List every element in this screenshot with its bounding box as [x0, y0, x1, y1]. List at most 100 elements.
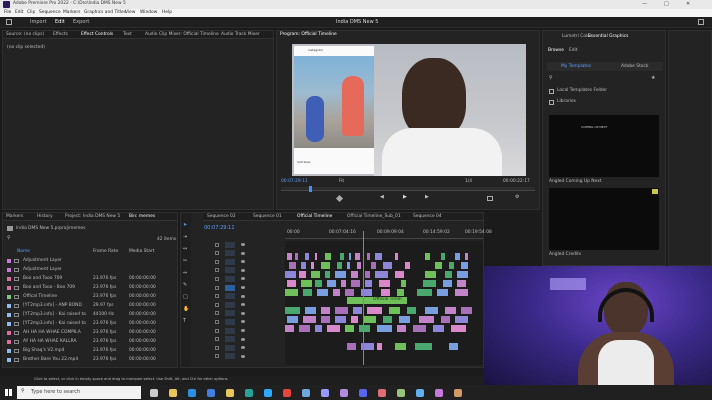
- timeline-clip[interactable]: [351, 316, 359, 323]
- app-icon[interactable]: [416, 389, 424, 397]
- timeline-clip[interactable]: [303, 289, 313, 296]
- timeline-clip[interactable]: [321, 307, 331, 314]
- timeline-clip[interactable]: [299, 325, 311, 332]
- track-target[interactable]: [225, 293, 235, 300]
- timeline-clip[interactable]: [443, 280, 453, 287]
- col-frame-rate[interactable]: Frame Rate: [93, 249, 118, 254]
- timeline-clip[interactable]: [341, 280, 347, 287]
- tab-history[interactable]: History: [37, 214, 53, 219]
- tab-official-sub[interactable]: Official Timeline_Sub_01: [347, 214, 401, 219]
- project-item[interactable]: Boo and Tooo - Boo 709 23.976 fps 00:00:00…: [3, 284, 177, 292]
- timeline-clip[interactable]: [287, 280, 297, 287]
- timeline-clip[interactable]: [327, 325, 341, 332]
- track-target[interactable]: [225, 336, 235, 343]
- timeline-clip[interactable]: [321, 262, 331, 269]
- timeline-clip[interactable]: [395, 253, 399, 260]
- timeline-clip[interactable]: [340, 253, 345, 260]
- col-name[interactable]: Name: [17, 249, 30, 254]
- timeline-clip[interactable]: [461, 307, 473, 314]
- menu-edit[interactable]: Edit: [15, 10, 24, 15]
- step-forward-icon[interactable]: ▶: [425, 195, 429, 200]
- subtab-edit[interactable]: Edit: [569, 48, 578, 53]
- mute-icon[interactable]: [241, 337, 245, 341]
- windows-start-icon[interactable]: [5, 389, 12, 396]
- media-encoder-icon[interactable]: [340, 389, 348, 397]
- tab-audio-track-mixer[interactable]: Audio Track Mixer: [221, 32, 260, 37]
- timeline-clip[interactable]: [441, 316, 451, 323]
- rectangle-tool-icon[interactable]: □: [183, 295, 188, 300]
- track-target[interactable]: [225, 250, 235, 257]
- menu-markers[interactable]: Markers: [63, 10, 80, 15]
- timeline-clip[interactable]: [375, 253, 383, 260]
- pen-tool-icon[interactable]: ✎: [183, 283, 187, 288]
- lock-icon[interactable]: [215, 337, 219, 342]
- search-icon[interactable]: ⚲: [549, 76, 553, 81]
- step-back-icon[interactable]: ◀: [380, 195, 384, 200]
- lock-icon[interactable]: [215, 285, 219, 290]
- timeline-clip[interactable]: [327, 280, 337, 287]
- program-timecode[interactable]: 00:07:29:11: [281, 179, 308, 184]
- menu-graphics[interactable]: Graphics and Titles: [84, 10, 126, 15]
- playhead-line[interactable]: [363, 231, 364, 365]
- timeline-clip[interactable]: [423, 280, 437, 287]
- timeline-clip[interactable]: [325, 253, 332, 260]
- project-item[interactable]: [YT2mp3.info] - Kai raised ta 44100 Hz 00:…: [3, 311, 177, 319]
- timeline-clip[interactable]: [419, 316, 435, 323]
- playhead-marker[interactable]: [309, 186, 312, 192]
- playhead-scrubber[interactable]: [281, 186, 535, 192]
- track-target[interactable]: [225, 258, 235, 265]
- lock-icon[interactable]: [215, 354, 219, 359]
- timeline-clip[interactable]: [451, 325, 467, 332]
- menu-help[interactable]: Help: [162, 10, 172, 15]
- tab-effects[interactable]: Effects: [53, 32, 68, 37]
- track-target[interactable]: [225, 310, 235, 317]
- timeline-clip[interactable]: [457, 280, 467, 287]
- lock-icon[interactable]: [215, 328, 219, 333]
- timeline-clip[interactable]: [345, 289, 355, 296]
- type-tool-icon[interactable]: T: [183, 319, 186, 324]
- subtab-browse[interactable]: Browse: [548, 48, 564, 53]
- tab-export[interactable]: Export: [73, 20, 89, 25]
- taskbar-search-input[interactable]: Type here to search: [31, 390, 80, 395]
- lock-icon[interactable]: [215, 242, 219, 247]
- tab-import[interactable]: Import: [30, 20, 47, 25]
- timeline-clip[interactable]: [355, 253, 361, 260]
- close-button[interactable]: ✕: [686, 2, 690, 7]
- play-icon[interactable]: ▶: [403, 195, 407, 200]
- mute-icon[interactable]: [241, 346, 245, 350]
- timeline-clip[interactable]: [375, 271, 389, 278]
- app-icon[interactable]: [435, 389, 443, 397]
- export-frame-icon[interactable]: [487, 196, 493, 201]
- timeline-clip[interactable]: [305, 307, 317, 314]
- timeline-clip[interactable]: [433, 325, 445, 332]
- chrome-icon[interactable]: [283, 389, 291, 397]
- timeline-clip[interactable]: [299, 271, 307, 278]
- track-target[interactable]: [225, 241, 235, 248]
- home-icon[interactable]: [6, 19, 12, 25]
- timeline-clip[interactable]: [317, 289, 329, 296]
- timeline-clip[interactable]: [437, 289, 449, 296]
- timeline-clip[interactable]: [347, 343, 357, 350]
- timeline-clip[interactable]: [395, 343, 407, 350]
- tab-seq04[interactable]: Sequence 04: [413, 214, 442, 219]
- lock-icon[interactable]: [215, 302, 219, 307]
- timeline-clip[interactable]: [321, 316, 331, 323]
- timeline-clip[interactable]: [315, 325, 323, 332]
- ripple-edit-icon[interactable]: ↔: [183, 247, 187, 252]
- mute-icon[interactable]: [241, 311, 245, 315]
- eye-icon[interactable]: [241, 260, 245, 264]
- timeline-clip[interactable]: [287, 316, 299, 323]
- settings-icon[interactable]: ⚙: [515, 195, 519, 200]
- tab-bin[interactable]: Bin: memes: [129, 214, 155, 219]
- slip-tool-icon[interactable]: ⇔: [183, 271, 187, 276]
- timeline-clip[interactable]: [285, 307, 301, 314]
- search-icon[interactable]: ⚲: [7, 236, 11, 241]
- timeline-clip[interactable]: [301, 262, 307, 269]
- local-templates-checkbox[interactable]: [549, 89, 554, 94]
- taskbar-search[interactable]: ⚲ Type here to search: [17, 386, 141, 399]
- tab-text[interactable]: Text: [123, 32, 132, 37]
- mute-icon[interactable]: [241, 320, 245, 324]
- marker-icon[interactable]: [335, 194, 344, 203]
- mute-icon[interactable]: [241, 354, 245, 358]
- tab-effect-controls[interactable]: Effect Controls: [81, 32, 113, 37]
